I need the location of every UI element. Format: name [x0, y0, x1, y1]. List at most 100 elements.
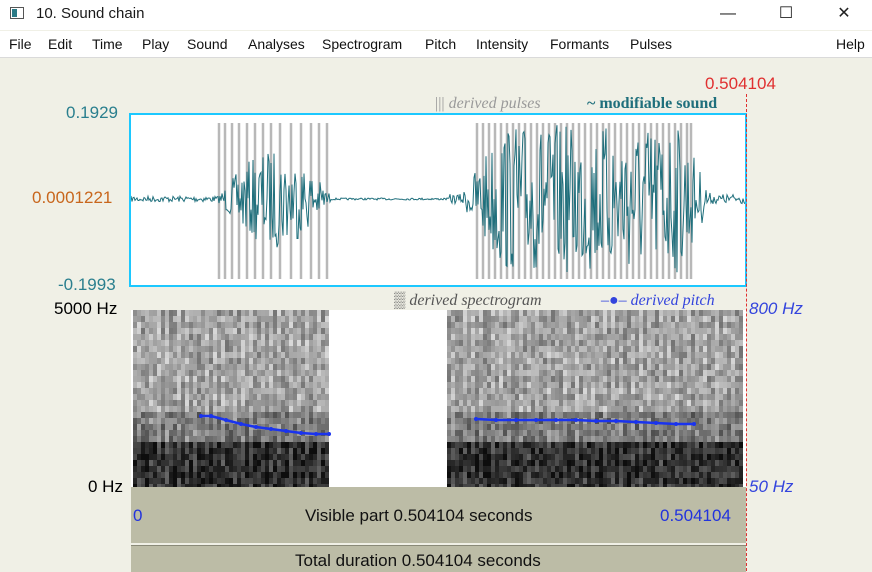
spectrogram-cell — [595, 316, 599, 322]
spectrogram-cell — [515, 376, 519, 382]
menu-analyses[interactable]: Analyses — [248, 36, 305, 52]
menu-help[interactable]: Help — [836, 36, 865, 52]
spectrogram-cell — [233, 412, 237, 418]
spectrogram-cell — [663, 382, 667, 388]
spectrogram-cell — [659, 424, 663, 430]
spectrogram-cell — [659, 412, 663, 418]
close-button[interactable]: ✕ — [816, 0, 872, 30]
menu-formants[interactable]: Formants — [550, 36, 609, 52]
spectrogram-cell — [185, 376, 189, 382]
spectrogram-cell — [515, 430, 519, 436]
spectrogram-cell — [547, 382, 551, 388]
spectrogram-cell — [663, 412, 667, 418]
menu-file[interactable]: File — [9, 36, 32, 52]
spectrogram-cell — [651, 448, 655, 454]
spectrogram-cell — [137, 340, 141, 346]
spectrogram-cell — [277, 388, 281, 394]
spectrogram-cell — [655, 340, 659, 346]
menu-pitch[interactable]: Pitch — [425, 36, 456, 52]
spectrogram-cell — [503, 352, 507, 358]
spectrogram-cell — [683, 364, 687, 370]
spectrogram-cell — [467, 430, 471, 436]
spectrogram-cell — [671, 346, 675, 352]
spectrogram-cell — [543, 472, 547, 478]
spectrogram-cell — [161, 376, 165, 382]
spectrogram-cell — [209, 352, 213, 358]
spectrogram-cell — [595, 400, 599, 406]
spectrogram-cell — [715, 310, 719, 316]
spectrogram-cell — [305, 352, 309, 358]
spectrogram-cell — [201, 406, 205, 412]
spectrogram-cell — [671, 466, 675, 472]
spectrogram-cell — [145, 340, 149, 346]
waveform-panel[interactable] — [129, 113, 747, 287]
spectrogram-cell — [643, 466, 647, 472]
minimize-button[interactable]: — — [700, 0, 756, 30]
menu-edit[interactable]: Edit — [48, 36, 72, 52]
spectrogram-cell — [683, 346, 687, 352]
spectrogram-cell — [225, 412, 229, 418]
spectrogram-cell — [269, 310, 273, 316]
spectrogram-cell — [309, 316, 313, 322]
visible-start-label: 0 — [133, 506, 143, 525]
menu-pulses[interactable]: Pulses — [630, 36, 672, 52]
spectrogram-cell — [273, 418, 277, 424]
spectrogram-cell — [707, 346, 711, 352]
spectrogram-cell — [325, 310, 329, 316]
spectrogram-cell — [563, 376, 567, 382]
spectrogram-cell — [455, 340, 459, 346]
menu-sound[interactable]: Sound — [187, 36, 227, 52]
spectrogram-cell — [611, 310, 615, 316]
spectrogram-cell — [281, 382, 285, 388]
spectrogram-cell — [137, 346, 141, 352]
spectrogram-cell — [679, 322, 683, 328]
spectrogram-cell — [563, 382, 567, 388]
menu-time[interactable]: Time — [92, 36, 123, 52]
spectrogram-cell — [185, 352, 189, 358]
spectrogram-cell — [575, 478, 579, 484]
spectrogram-cell — [607, 394, 611, 400]
spectrogram-cell — [189, 472, 193, 478]
spectrogram-cell — [137, 478, 141, 484]
spectrogram-panel[interactable] — [131, 310, 746, 487]
spectrogram-cell — [455, 442, 459, 448]
spectrogram-cell — [141, 460, 145, 466]
spectrogram-cell — [599, 358, 603, 364]
total-duration-bar[interactable]: Total duration 0.504104 seconds — [131, 545, 746, 572]
spectrogram-cell — [603, 328, 607, 334]
spectrogram-cell — [149, 364, 153, 370]
spectrogram-cell — [731, 340, 735, 346]
maximize-button[interactable]: ☐ — [758, 0, 814, 30]
menu-play[interactable]: Play — [142, 36, 169, 52]
spectrogram-cell — [257, 478, 261, 484]
spectrogram-cell — [651, 334, 655, 340]
spectrogram-cell — [567, 412, 571, 418]
spectrogram-cell — [615, 376, 619, 382]
spectrogram-cell — [491, 340, 495, 346]
spectrogram-cell — [193, 406, 197, 412]
spectrogram-cell — [325, 448, 329, 454]
spectrogram-cell — [325, 340, 329, 346]
spectrogram-cell — [595, 478, 599, 484]
spectrogram-cell — [551, 316, 555, 322]
spectrogram-cell — [161, 322, 165, 328]
spectrogram-cell — [201, 370, 205, 376]
spectrogram-cell — [293, 394, 297, 400]
visible-part-bar[interactable]: 0 Visible part 0.504104 seconds 0.504104 — [131, 487, 746, 543]
menu-spectrogram[interactable]: Spectrogram — [322, 36, 402, 52]
spectrogram-cell — [317, 358, 321, 364]
spectrogram-cell — [305, 340, 309, 346]
spectrogram-cell — [539, 406, 543, 412]
spectrogram-cell — [325, 412, 329, 418]
spectrogram-cell — [281, 472, 285, 478]
spectrogram-cell — [297, 382, 301, 388]
spectrogram-cell — [603, 466, 607, 472]
spectrogram-cell — [519, 316, 523, 322]
spectrogram-cell — [237, 382, 241, 388]
menu-intensity[interactable]: Intensity — [476, 36, 528, 52]
spectrogram-cell — [459, 472, 463, 478]
spectrogram-cell — [659, 310, 663, 316]
spectrogram-cell — [499, 370, 503, 376]
spectrogram-cell — [321, 406, 325, 412]
spectrogram-cell — [317, 400, 321, 406]
